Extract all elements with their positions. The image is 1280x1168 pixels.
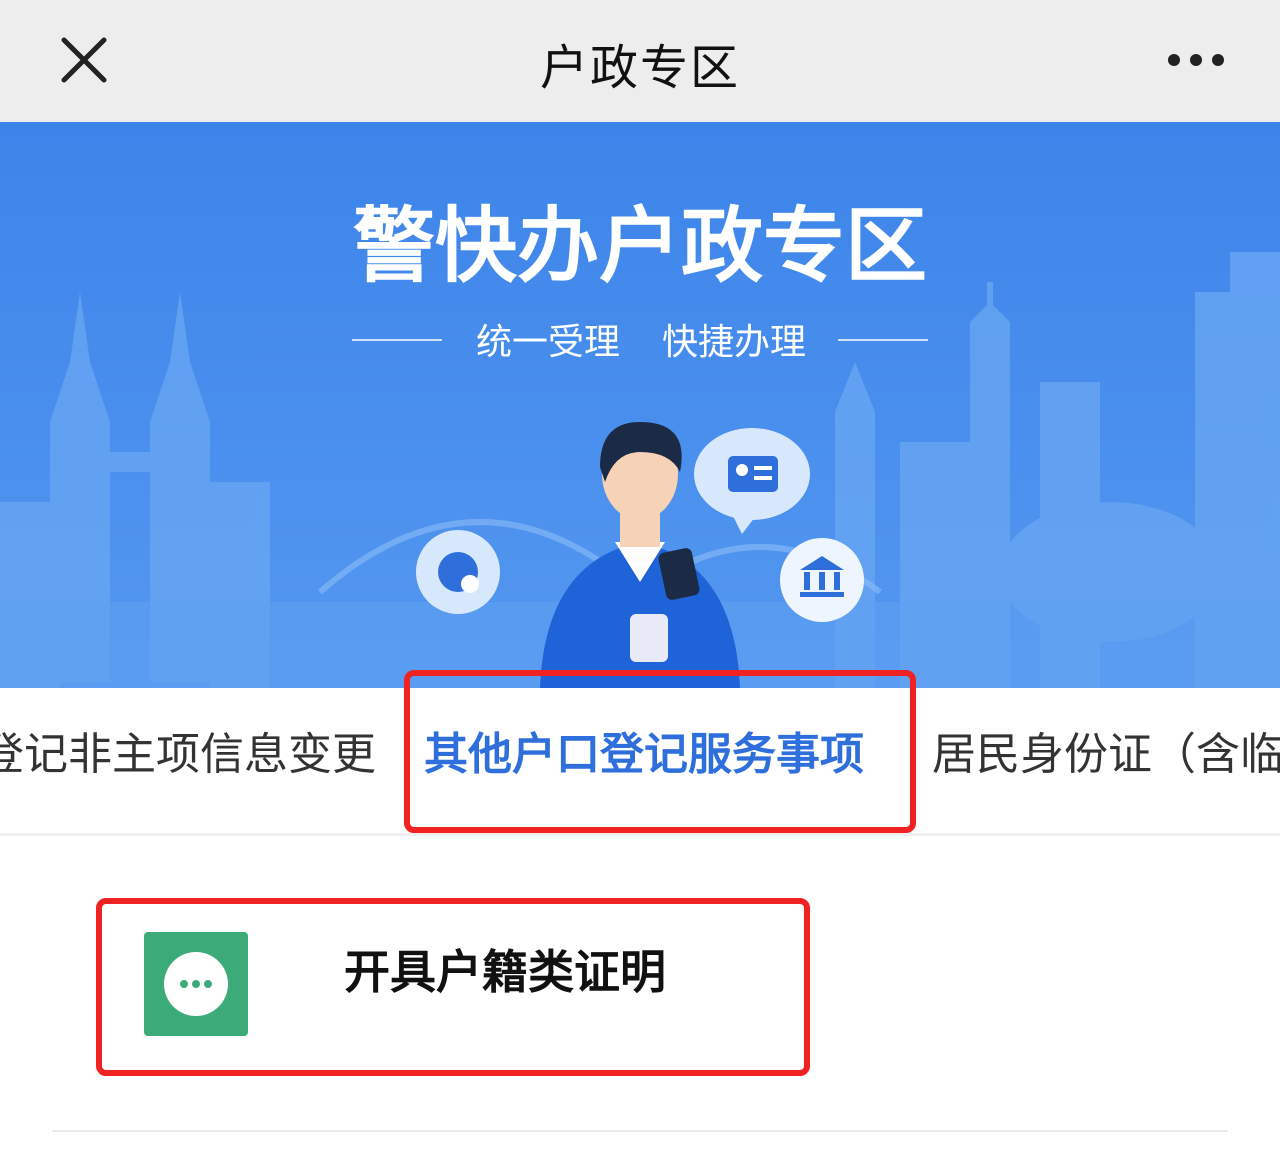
banner-illustration: 警快办户政专区 统一受理 快捷办理 — [0, 122, 1280, 688]
face-bubble-icon — [416, 530, 500, 614]
service-item-household-certificate[interactable]: 开具户籍类证明 — [96, 898, 810, 1076]
banner-title: 警快办户政专区 — [353, 199, 927, 294]
more-dots-icon — [144, 932, 248, 1036]
service-item-label: 开具户籍类证明 — [344, 945, 666, 999]
tab-highlight-box — [404, 670, 916, 833]
more-button[interactable] — [1160, 40, 1232, 80]
divider — [52, 1130, 1228, 1132]
tab-resident-id-card[interactable]: 居民身份证（含临 — [932, 718, 1280, 782]
banner: 警快办户政专区 统一受理 快捷办理 — [0, 122, 1280, 688]
top-bar: 户政专区 — [0, 0, 1280, 122]
banner-slogan-right: 快捷办理 — [662, 322, 806, 363]
more-icon — [1168, 54, 1224, 66]
tab-nonmajor-info-change[interactable]: 登记非主项信息变更 — [0, 718, 376, 782]
banner-slogan-left: 统一受理 — [476, 322, 620, 363]
government-building-icon — [780, 538, 864, 622]
page-title: 户政专区 — [539, 40, 740, 96]
